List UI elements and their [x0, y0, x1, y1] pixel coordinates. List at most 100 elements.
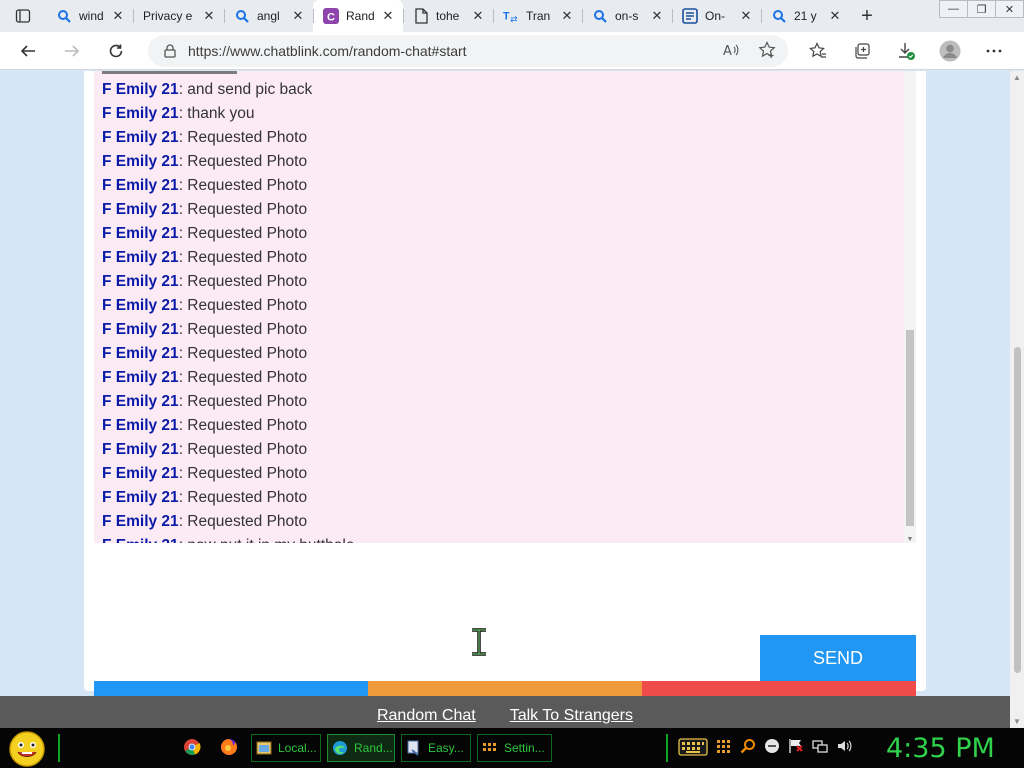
settings-more-button[interactable] [972, 32, 1016, 70]
chat-message: F Emily 21: Requested Photo [102, 321, 307, 339]
close-tab-icon[interactable]: ✕ [471, 8, 485, 24]
collections-button[interactable] [840, 32, 884, 70]
keyboard-icon[interactable] [678, 738, 708, 756]
start-button-icon[interactable] [8, 730, 46, 768]
search-icon [56, 8, 72, 24]
taskbar-item[interactable]: Local... [251, 734, 321, 762]
chat-message: F Emily 21: Requested Photo [102, 465, 307, 483]
send-button[interactable]: SEND [760, 635, 916, 681]
tab-actions-icon [15, 9, 31, 23]
edge-icon [332, 740, 348, 756]
browser-tab[interactable]: 21 y ✕ [761, 0, 850, 32]
message-author: F Emily 21 [102, 513, 179, 530]
taskbar: Local... Rand... Easy... Settin... 4:35 PM [0, 728, 1024, 768]
browser-tab[interactable]: angl ✕ [224, 0, 313, 32]
more-options-icon [986, 49, 1002, 53]
chat-message: F Emily 21: now put it in my butthole [102, 537, 354, 543]
close-tab-icon[interactable]: ✕ [560, 8, 574, 24]
new-tab-button[interactable]: + [850, 5, 884, 28]
read-aloud-icon[interactable]: A [722, 41, 740, 59]
minimize-button[interactable]: — [939, 0, 968, 18]
message-text: : now put it in my butthole [179, 537, 355, 543]
message-author: F Emily 21 [102, 489, 179, 506]
message-author: F Emily 21 [102, 417, 179, 434]
search-icon [771, 8, 787, 24]
status-circle-icon[interactable] [764, 738, 780, 754]
site-footer: Random Chat Talk To Strangers [0, 696, 1010, 728]
message-text: : Requested Photo [178, 489, 308, 506]
tab-actions-button[interactable] [0, 0, 46, 32]
footer-link-talk-to-strangers[interactable]: Talk To Strangers [510, 707, 633, 725]
chat-message: F Emily 21: Requested Photo [102, 441, 307, 459]
chat-scroll-thumb[interactable] [906, 330, 914, 526]
close-tab-icon[interactable]: ✕ [828, 8, 842, 24]
taskbar-item[interactable]: Easy... [401, 734, 471, 762]
chat-message: F Emily 21: and send pic back [102, 81, 312, 99]
browser-tab[interactable]: on-s ✕ [582, 0, 672, 32]
svg-text:C: C [327, 12, 335, 24]
page-scrollbar[interactable]: ▲ ▼ [1010, 71, 1024, 728]
magnifier-icon[interactable] [740, 738, 756, 754]
taskbar-item-label: Rand... [354, 741, 393, 755]
network-icon[interactable] [812, 738, 828, 754]
firefox-icon[interactable] [220, 738, 238, 756]
close-tab-icon[interactable]: ✕ [739, 8, 753, 24]
chat-scrollbar[interactable]: ▼ [904, 71, 916, 543]
chat-message: F Emily 21: Requested Photo [102, 249, 307, 267]
action-center-flag-icon[interactable] [788, 738, 804, 754]
message-text: : Requested Photo [178, 201, 308, 218]
taskbar-item-label: Easy... [428, 741, 464, 755]
chat-message: F Emily 21: Requested Photo [102, 129, 307, 147]
photo-thumbnail[interactable] [102, 71, 237, 74]
refresh-button[interactable] [94, 32, 138, 70]
page-viewport: F Emily 21: and send pic back F Emily 21:… [0, 71, 1010, 728]
add-favorite-icon[interactable] [758, 41, 776, 59]
close-tab-icon[interactable]: ✕ [291, 8, 305, 24]
tab-title: Tran [526, 9, 551, 23]
browser-tab[interactable]: On- ✕ [672, 0, 761, 32]
back-button[interactable] [6, 32, 50, 70]
volume-icon[interactable] [836, 738, 852, 754]
taskbar-clock[interactable]: 4:35 PM [886, 733, 995, 764]
message-author: F Emily 21 [102, 201, 179, 218]
page-scroll-down-arrow-icon[interactable]: ▼ [1012, 717, 1022, 726]
message-input[interactable] [94, 636, 760, 682]
lock-icon [164, 44, 176, 58]
taskbar-item-label: Settin... [504, 741, 545, 755]
browser-tab[interactable]: wind ✕ [46, 0, 133, 32]
browser-tab[interactable]: tohe ✕ [403, 0, 493, 32]
message-author: F Emily 21 [102, 81, 179, 98]
tab-title: Rand [346, 9, 375, 23]
taskbar-item[interactable]: Rand... [327, 734, 395, 762]
footer-link-random-chat[interactable]: Random Chat [377, 707, 476, 725]
message-author: F Emily 21 [102, 393, 179, 410]
chrome-icon[interactable] [183, 738, 201, 756]
scroll-up-arrow-icon[interactable]: ▲ [1012, 73, 1022, 82]
tab-title: angl [257, 9, 280, 23]
browser-tab[interactable]: C Rand ✕ [313, 0, 403, 32]
close-tab-icon[interactable]: ✕ [381, 8, 395, 24]
message-text: : Requested Photo [178, 153, 308, 170]
browser-tab[interactable]: Privacy e ✕ [133, 0, 224, 32]
url-text[interactable]: https://www.chatblink.com/random-chat#st… [188, 43, 467, 59]
close-window-button[interactable]: ✕ [995, 0, 1024, 18]
navigation-bar: https://www.chatblink.com/random-chat#st… [0, 32, 1024, 70]
forward-button[interactable] [50, 32, 94, 70]
taskbar-item[interactable]: Settin... [477, 734, 552, 762]
close-tab-icon[interactable]: ✕ [202, 8, 216, 24]
chat-message: F Emily 21: Requested Photo [102, 225, 307, 243]
scroll-down-arrow-icon[interactable]: ▼ [904, 536, 916, 543]
address-bar[interactable]: https://www.chatblink.com/random-chat#st… [148, 35, 788, 67]
close-tab-icon[interactable]: ✕ [650, 8, 664, 24]
page-scroll-thumb[interactable] [1014, 347, 1021, 673]
browser-tab[interactable]: T ⇄ Tran ✕ [493, 0, 582, 32]
restore-button[interactable]: ❐ [967, 0, 996, 18]
app-icon [406, 740, 422, 756]
favorites-button[interactable] [796, 32, 840, 70]
close-tab-icon[interactable]: ✕ [111, 8, 125, 24]
downloads-button[interactable] [884, 32, 928, 70]
profile-button[interactable] [928, 32, 972, 70]
message-text: : Requested Photo [178, 129, 308, 146]
chat-log[interactable]: F Emily 21: and send pic back F Emily 21:… [94, 71, 916, 543]
numpad-icon[interactable] [716, 738, 732, 754]
